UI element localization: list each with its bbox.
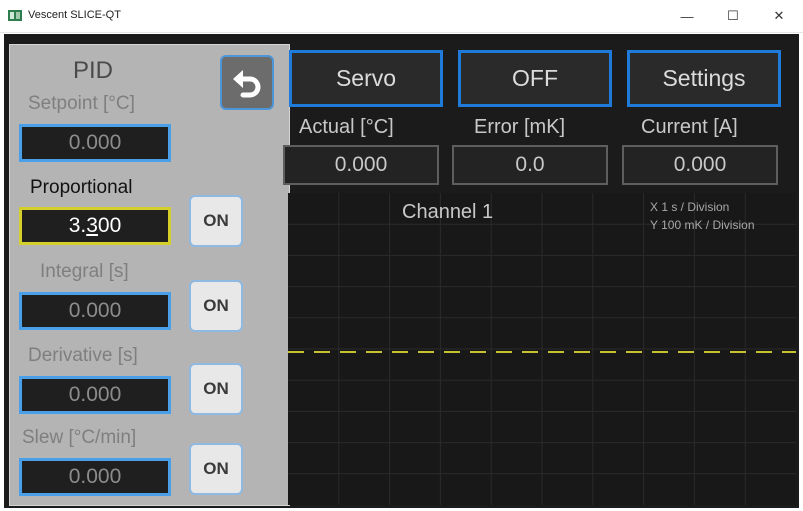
- integral-field[interactable]: 0.000: [19, 292, 171, 330]
- pid-heading: PID: [72, 57, 113, 84]
- servo-state-button[interactable]: OFF: [458, 50, 612, 107]
- proportional-value-end: 00: [97, 214, 122, 237]
- window-titlebar: Vescent SLICE-QT — ☐ ✕: [0, 0, 803, 33]
- slew-toggle-button[interactable]: ON: [189, 443, 243, 495]
- close-button[interactable]: ✕: [756, 0, 802, 32]
- derivative-field[interactable]: 0.000: [19, 376, 171, 414]
- error-label: Error [mK]: [474, 116, 566, 138]
- current-label: Current [A]: [641, 116, 738, 138]
- app-icon: [8, 10, 22, 21]
- maximize-button[interactable]: ☐: [710, 0, 756, 32]
- y-scale-label: Y 100 mK / Division: [650, 218, 755, 232]
- actual-label: Actual [°C]: [299, 116, 394, 138]
- window-title: Vescent SLICE-QT: [28, 9, 121, 21]
- settings-button[interactable]: Settings: [627, 50, 781, 107]
- undo-arrow-icon: [233, 69, 261, 97]
- current-value: 0.000: [622, 145, 778, 185]
- setpoint-label: Setpoint [°C]: [28, 93, 135, 114]
- proportional-toggle-button[interactable]: ON: [189, 195, 243, 247]
- integral-label: Integral [s]: [40, 261, 129, 282]
- back-button[interactable]: [220, 55, 274, 110]
- proportional-field[interactable]: 3. 3 00: [19, 207, 171, 245]
- chart-title: Channel 1: [402, 201, 494, 223]
- x-scale-label: X 1 s / Division: [650, 200, 730, 214]
- derivative-label: Derivative [s]: [28, 345, 138, 366]
- minimize-button[interactable]: —: [664, 0, 710, 32]
- proportional-cursor-digit: 3: [86, 214, 98, 237]
- slew-label: Slew [°C/min]: [22, 427, 137, 448]
- error-value: 0.0: [452, 145, 608, 185]
- slew-field[interactable]: 0.000: [19, 458, 171, 496]
- setpoint-field[interactable]: 0.000: [19, 124, 171, 162]
- proportional-value-start: 3.: [68, 214, 87, 237]
- integral-toggle-button[interactable]: ON: [189, 280, 243, 332]
- chart-plot-area: [288, 193, 796, 505]
- actual-value: 0.000: [283, 145, 439, 185]
- proportional-label: Proportional: [30, 177, 133, 198]
- channel-chart: [288, 193, 796, 505]
- servo-button[interactable]: Servo: [289, 50, 443, 107]
- derivative-toggle-button[interactable]: ON: [189, 363, 243, 415]
